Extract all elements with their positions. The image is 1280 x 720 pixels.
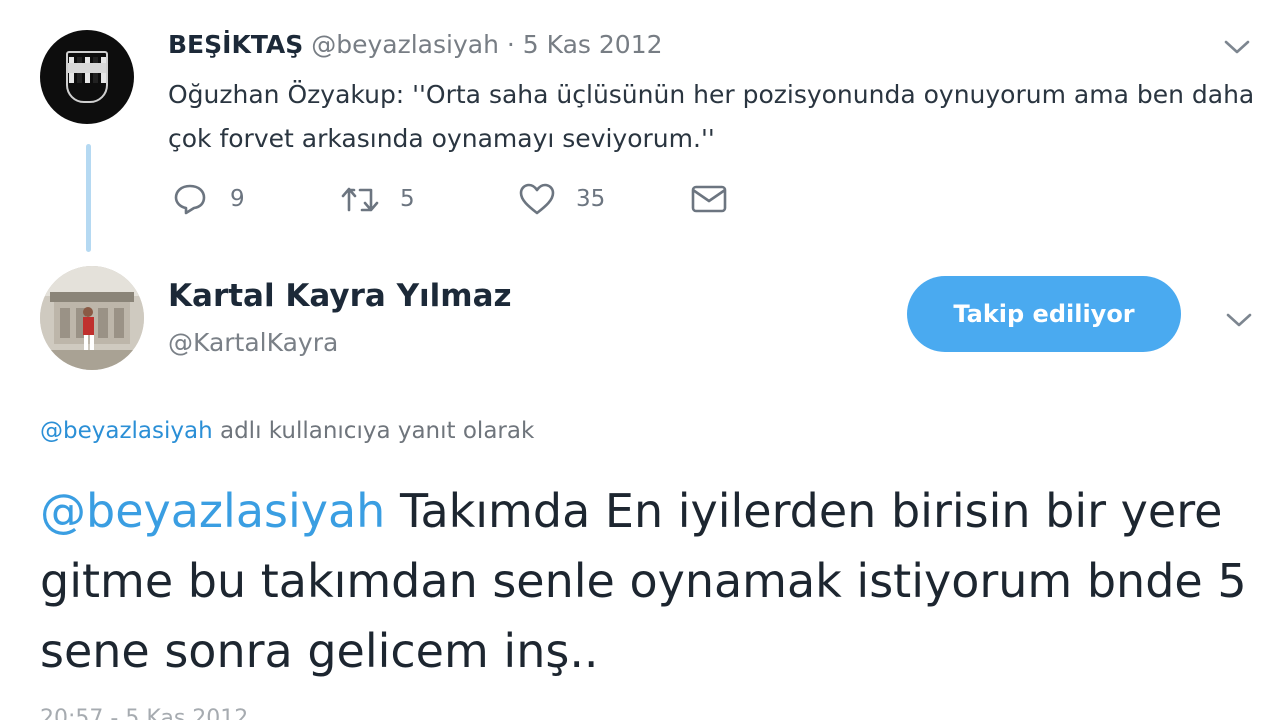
message-action[interactable] [690,183,728,215]
parent-author-handle[interactable]: @beyazlasiyah [311,30,499,59]
chevron-down-icon[interactable] [1222,38,1252,56]
thread-connector-line [86,144,91,252]
reply-action[interactable]: 9 [172,182,340,216]
stadium-photo-avatar [40,266,144,370]
kartal-avatar[interactable] [40,266,144,370]
retweet-icon [341,187,379,212]
reply-author-name[interactable]: Kartal Kayra Yılmaz [168,278,512,314]
replying-to-suffix: adlı kullanıcıya yanıt olarak [212,418,535,444]
like-action[interactable]: 35 [518,182,690,216]
reply-mention[interactable]: @beyazlasiyah [40,484,385,538]
reply-count: 9 [230,186,245,212]
retweet-action[interactable]: 5 [340,183,518,215]
besiktas-crest-icon [66,51,108,103]
parent-tweet-actions: 9 5 35 [172,182,728,216]
reply-icon [174,184,206,215]
parent-tweet-header: BEŞİKTAŞ @beyazlasiyah · 5 Kas 2012 [168,30,663,59]
replying-to-mention[interactable]: @beyazlasiyah [40,418,213,444]
parent-tweet-date[interactable]: 5 Kas 2012 [523,30,663,59]
besiktas-avatar[interactable] [40,30,134,124]
like-icon [519,183,555,215]
parent-author-name[interactable]: BEŞİKTAŞ [168,30,303,59]
chevron-down-icon[interactable] [1224,311,1254,329]
retweet-count: 5 [400,186,415,212]
message-icon [691,185,727,213]
tweet-thread-view: BEŞİKTAŞ @beyazlasiyah · 5 Kas 2012 Oğuz… [0,0,1280,720]
reply-author-handle[interactable]: @KartalKayra [168,328,338,357]
reply-timestamp[interactable]: 20:57 - 5 Kas 2012 [40,706,248,720]
header-separator: · [506,30,515,59]
parent-tweet-text: Oğuzhan Özyakup: ''Orta saha üçlüsünün h… [168,80,1255,153]
like-count: 35 [576,186,606,212]
reply-tweet-text-block: @beyazlasiyah Takımda En iyilerden biris… [40,476,1270,686]
replying-to-line: @beyazlasiyah adlı kullanıcıya yanıt ola… [40,418,534,444]
following-button[interactable]: Takip ediliyor [907,276,1181,352]
